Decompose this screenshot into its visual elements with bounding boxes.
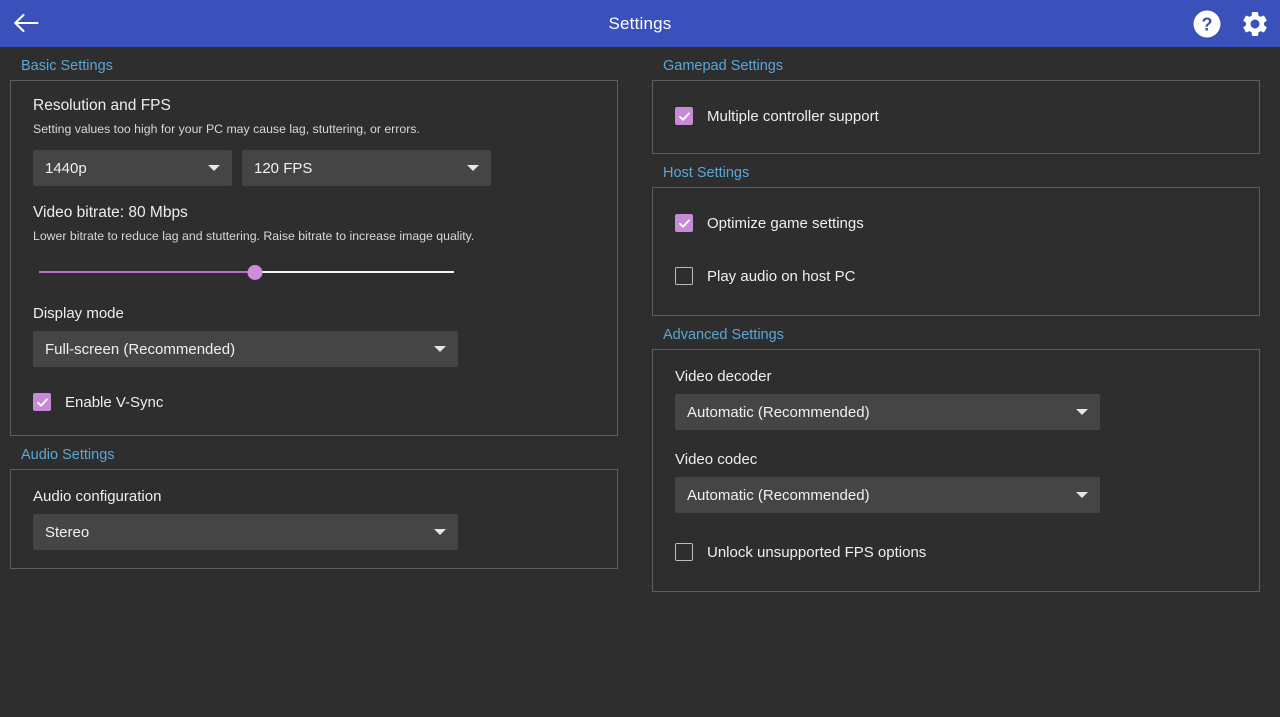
vsync-checkbox[interactable] (33, 393, 51, 411)
section-header-gamepad-settings: Gamepad Settings (663, 58, 784, 74)
help-circle-icon: ? (1193, 10, 1221, 37)
svg-text:?: ? (1202, 14, 1213, 34)
audio-configuration-dropdown[interactable]: Stereo (33, 514, 458, 550)
video-decoder-dropdown[interactable]: Automatic (Recommended) (675, 394, 1100, 430)
fps-dropdown-value: 120 FPS (254, 159, 313, 177)
chevron-down-icon (1076, 492, 1088, 498)
display-mode-dropdown-value: Full-screen (Recommended) (45, 340, 236, 358)
group-host-settings: Optimize game settings Play audio on hos… (652, 187, 1260, 316)
play-audio-on-host-pc-checkbox[interactable] (675, 267, 693, 285)
resolution-and-fps-title: Resolution and FPS (33, 97, 171, 114)
slider-fill (39, 271, 255, 273)
unlock-unsupported-fps-checkbox[interactable] (675, 543, 693, 561)
audio-configuration-label: Audio configuration (33, 488, 162, 505)
optimize-game-settings-checkbox[interactable] (675, 214, 693, 232)
multiple-controller-support-label: Multiple controller support (707, 107, 879, 125)
unlock-unsupported-fps-label: Unlock unsupported FPS options (707, 543, 927, 561)
chevron-down-icon (1076, 409, 1088, 415)
resolution-fps-row: 1440p 120 FPS (33, 150, 595, 186)
video-decoder-label: Video decoder (675, 368, 772, 385)
multiple-controller-support-row[interactable]: Multiple controller support (675, 103, 1237, 129)
video-bitrate-slider[interactable] (39, 257, 454, 287)
checkmark-icon (36, 397, 48, 407)
play-audio-on-host-pc-label: Play audio on host PC (707, 267, 856, 285)
video-bitrate-description: Lower bitrate to reduce lag and stutteri… (33, 229, 475, 243)
chevron-down-icon (467, 165, 479, 171)
fps-dropdown[interactable]: 120 FPS (242, 150, 491, 186)
settings-button[interactable] (1240, 9, 1270, 39)
settings-content: Basic Settings Resolution and FPS Settin… (0, 47, 1280, 717)
display-mode-dropdown[interactable]: Full-screen (Recommended) (33, 331, 458, 367)
group-basic-settings: Resolution and FPS Setting values too hi… (10, 80, 618, 436)
play-audio-on-host-pc-row[interactable]: Play audio on host PC (675, 263, 1237, 289)
vsync-label: Enable V-Sync (65, 393, 164, 411)
video-bitrate-title: Video bitrate: 80 Mbps (33, 204, 188, 221)
unlock-unsupported-fps-row[interactable]: Unlock unsupported FPS options (675, 539, 1237, 565)
section-header-advanced-settings: Advanced Settings (663, 327, 784, 343)
gear-icon (1243, 11, 1267, 36)
group-advanced-settings: Video decoder Automatic (Recommended) Vi… (652, 349, 1260, 592)
chevron-down-icon (208, 165, 220, 171)
video-codec-dropdown-value: Automatic (Recommended) (687, 486, 870, 504)
display-mode-label: Display mode (33, 305, 124, 322)
video-decoder-dropdown-value: Automatic (Recommended) (687, 403, 870, 421)
checkmark-icon (678, 218, 690, 228)
optimize-game-settings-row[interactable]: Optimize game settings (675, 210, 1237, 236)
group-audio-settings: Audio configuration Stereo (10, 469, 618, 569)
slider-handle[interactable] (247, 264, 263, 280)
resolution-and-fps-description: Setting values too high for your PC may … (33, 122, 420, 136)
group-gamepad-settings: Multiple controller support (652, 80, 1260, 154)
video-codec-label: Video codec (675, 451, 758, 468)
help-button[interactable]: ? (1192, 9, 1222, 39)
chevron-down-icon (434, 529, 446, 535)
resolution-dropdown-value: 1440p (45, 159, 87, 177)
audio-configuration-dropdown-value: Stereo (45, 523, 90, 541)
vsync-checkbox-row[interactable]: Enable V-Sync (33, 389, 595, 415)
multiple-controller-support-checkbox[interactable] (675, 107, 693, 125)
title-bar-actions: ? (1192, 0, 1270, 47)
resolution-dropdown[interactable]: 1440p (33, 150, 232, 186)
optimize-game-settings-label: Optimize game settings (707, 214, 864, 232)
title-bar: Settings ? (0, 0, 1280, 47)
checkmark-icon (678, 111, 690, 121)
right-column: Gamepad Settings Multiple controller sup… (640, 47, 1280, 592)
left-column: Basic Settings Resolution and FPS Settin… (0, 47, 640, 569)
section-header-audio-settings: Audio Settings (21, 447, 115, 463)
section-header-basic-settings: Basic Settings (21, 58, 113, 74)
chevron-down-icon (434, 346, 446, 352)
video-codec-dropdown[interactable]: Automatic (Recommended) (675, 477, 1100, 513)
page-title: Settings (608, 13, 672, 33)
section-header-host-settings: Host Settings (663, 165, 750, 181)
